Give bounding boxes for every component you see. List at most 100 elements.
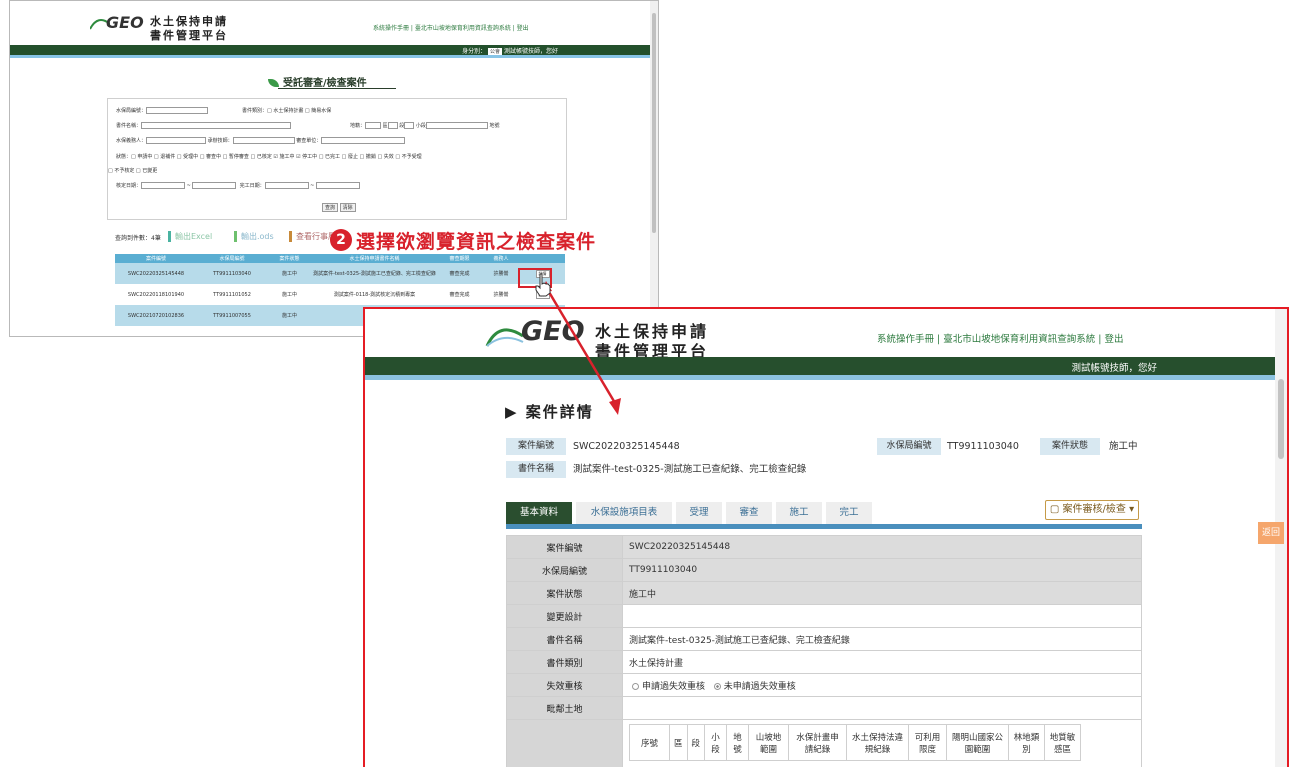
table-row: 案件編號 SWC20220325145448 (506, 535, 1142, 559)
scroll-thumb[interactable] (652, 13, 656, 233)
radio-applied[interactable] (632, 682, 639, 690)
row-key: 變更設計 (506, 604, 623, 628)
status-checkboxes-2[interactable]: □ 不予核定 □ 已變更 (108, 167, 157, 174)
case-review-button[interactable]: ▢ 案件審核/檢查 ▾ (1045, 500, 1139, 520)
tab-basic[interactable]: 基本資料 (506, 502, 572, 524)
search-button[interactable]: 查詢 (322, 203, 339, 212)
form-label: 水保局編號： (116, 108, 147, 114)
section-select[interactable] (387, 122, 398, 129)
status-checkboxes[interactable]: 狀態：□ 申請中 □ 退補件 □ 受理中 □ 審查中 □ 暫停審查 □ 已核定 … (116, 153, 422, 160)
lot-input[interactable] (425, 122, 488, 129)
cell-bureau: TT9911101052 (213, 291, 251, 298)
form-label: 完工日期： (239, 183, 265, 189)
approve-date-to[interactable] (192, 182, 237, 189)
subsection-select[interactable] (404, 122, 415, 129)
cell-case: SWC20220325145448 (115, 263, 197, 284)
tab-review[interactable]: 審查 (726, 502, 772, 524)
form-label: 審查單位： (296, 138, 322, 144)
logo-swoosh-icon (485, 328, 524, 347)
row-value: 施工中 (622, 581, 1142, 605)
identity-label: 身分別： (462, 48, 487, 55)
column-header: 水土保持申請書件名稱 (312, 254, 437, 263)
review-unit-select[interactable] (321, 137, 406, 144)
case-no-label: 案件編號 (506, 438, 566, 455)
scroll-thumb[interactable] (1278, 379, 1284, 459)
land-col: 陽明山國家公園範圍 (946, 724, 1010, 761)
row-value (622, 604, 1142, 628)
form-label: 承辦技師： (207, 138, 233, 144)
row-key: 書件類別 (506, 650, 623, 674)
cell-deadline: 審查完成 (437, 263, 482, 284)
calendar-link[interactable]: 查看行事曆 (289, 231, 336, 242)
land-cell: 序號 區 段 小段 地號 山坡地範圍 水保計畫申請紀錄 水土保持法違規紀錄 可利… (622, 719, 1142, 767)
tab-accept[interactable]: 受理 (676, 502, 722, 524)
table-row[interactable]: SWC20220118101940 TT9911101052 施工中 測試案件-… (115, 284, 565, 305)
row-key: 水保局編號 (506, 558, 623, 582)
export-excel-link[interactable]: 輸出Excel (168, 231, 212, 242)
finish-date-from[interactable] (264, 182, 309, 189)
owner-input[interactable] (146, 137, 207, 144)
status-label: 案件狀態 (1040, 438, 1100, 455)
back-button[interactable]: 返回 (1258, 522, 1284, 544)
cell-name: 測試案件-0118-測試核定沉積到專案 (333, 292, 416, 298)
case-no-value: SWC20220325145448 (573, 441, 680, 452)
row-value: 測試案件-test-0325-測試施工已查紀錄、完工檢查紀錄 (622, 627, 1142, 651)
tab-facilities[interactable]: 水保設施項目表 (576, 502, 672, 524)
status-value: 施工中 (1109, 441, 1138, 452)
accent-bar (365, 375, 1287, 380)
cell-bureau: TT9911007055 (197, 305, 267, 326)
top-links[interactable]: 系統操作手冊 | 臺北市山坡地保育利用資訊查詢系統 | 登出 (877, 331, 1123, 345)
table-row: 地籍 序號 區 段 小段 地號 山坡地範圍 水保計畫申請紀錄 水土保持法違規紀錄… (506, 719, 1142, 767)
doc-name-label: 書件名稱 (506, 461, 566, 478)
detail-title: ▶ 案件詳情 (505, 401, 594, 422)
header: GEO 水土保持申請 書件管理平台 系統操作手冊 | 臺北市山坡地保育利用資訊查… (10, 1, 658, 45)
column-header: 審查期限 (437, 254, 482, 263)
bureau-no-input[interactable] (146, 107, 209, 114)
nav-bar: 身分別： 公會 測試帳號技師，您好 (10, 45, 658, 55)
nav-bar: 測試帳號技師，您好 (365, 357, 1287, 375)
result-count: 查詢到件數：4筆 (115, 235, 161, 242)
land-col: 段 (686, 724, 706, 761)
radio-applied-label: 申請過失效重核 (642, 681, 706, 692)
engineer-input[interactable] (232, 137, 295, 144)
step-badge: 2 (330, 229, 352, 251)
accent-bar (10, 55, 658, 58)
tab-construction[interactable]: 施工 (776, 502, 822, 524)
form-doc-type[interactable]: 書件類別：□ 水土保持計畫 □ 簡易水保 (242, 107, 331, 114)
table-row: 毗鄰土地 (506, 696, 1142, 720)
bureau-label: 水保局編號 (877, 438, 941, 455)
tab-completion[interactable]: 完工 (826, 502, 872, 524)
reapply-options: 申請過失效重核 未申請過失效重核 (622, 673, 1142, 697)
list-screenshot: GEO 水土保持申請 書件管理平台 系統操作手冊 | 臺北市山坡地保育利用資訊查… (9, 0, 659, 337)
detail-button[interactable]: 詳情 (535, 290, 550, 299)
row-value (622, 696, 1142, 720)
table-row: 水保局編號 TT9911103040 (506, 558, 1142, 582)
doc-name-input[interactable] (141, 122, 292, 129)
table-row[interactable]: SWC20220325145448 TT9911103040 施工中 測試案件-… (115, 263, 565, 284)
form-row-2: 書件名稱： (116, 122, 292, 129)
top-links[interactable]: 系統操作手冊 | 臺北市山坡地保育利用資訊查詢系統 | 登出 (373, 23, 529, 32)
row-value: 水土保持計畫 (622, 650, 1142, 674)
scrollbar[interactable] (650, 1, 658, 336)
review-doc-icon: ▢ (1049, 504, 1063, 515)
form-label: 水保義務人： (116, 138, 147, 144)
doc-name-value: 測試案件-test-0325-測試施工已查紀錄、完工檢查紀錄 (573, 464, 807, 475)
approve-date-from[interactable] (141, 182, 186, 189)
radio-not-applied[interactable] (713, 682, 721, 690)
detail-table: 案件編號 SWC20220325145448 水保局編號 TT9911103040 … (506, 535, 1142, 767)
user-greeting: 身分別： 公會 測試帳號技師，您好 (462, 46, 558, 55)
cell-case: SWC20210720102836 (115, 305, 197, 326)
identity-select[interactable]: 公會 (488, 48, 503, 55)
clear-button[interactable]: 清除 (339, 203, 356, 212)
column-header: 水保局編號 (197, 254, 267, 263)
row-value: SWC20220325145448 (622, 535, 1142, 559)
search-form: 水保局編號： 書件類別：□ 水土保持計畫 □ 簡易水保 書件名稱： 地籍： 區 … (107, 98, 567, 220)
leaf-icon (268, 79, 279, 87)
row-key: 案件狀態 (506, 581, 623, 605)
export-ods-link[interactable]: 輸出.ods (234, 231, 274, 242)
highlight-box (518, 268, 552, 288)
district-select[interactable] (365, 122, 382, 129)
title-underline (278, 88, 396, 89)
logo-line2: 書件管理平台 (150, 29, 228, 42)
finish-date-to[interactable] (315, 182, 360, 189)
